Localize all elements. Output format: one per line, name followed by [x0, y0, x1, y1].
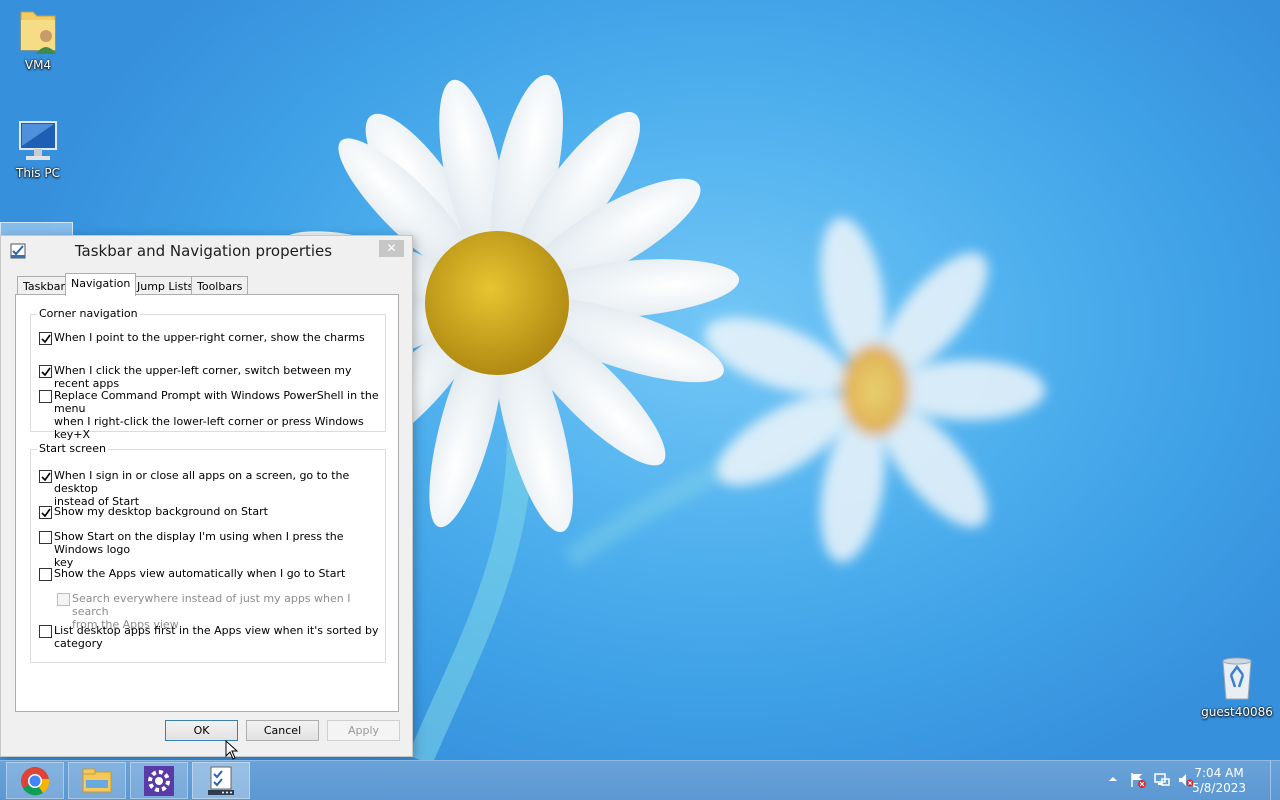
tab-navigation[interactable]: Navigation	[65, 273, 137, 296]
option-replace-cmd-powershell[interactable]: Replace Command Prompt with Windows Powe…	[39, 389, 379, 441]
group-title: Start screen	[37, 442, 108, 455]
checkbox[interactable]	[39, 531, 52, 544]
computer-icon	[19, 121, 57, 160]
checkbox[interactable]	[39, 365, 52, 378]
desktop-icon-label: This PC	[16, 166, 60, 180]
control-panel-icon	[144, 765, 174, 796]
option-show-apps-view[interactable]: Show the Apps view automatically when I …	[39, 567, 379, 581]
action-center-flag-icon[interactable]	[1130, 772, 1146, 788]
checkbox[interactable]	[39, 506, 52, 519]
dialog-title: Taskbar and Navigation properties	[74, 242, 333, 260]
taskbar-control-panel-button[interactable]	[130, 762, 188, 799]
clock-time: 7:04 AM	[1194, 766, 1244, 780]
corner-navigation-group: Corner navigation When I point to the up…	[30, 307, 386, 441]
desktop-icon-label: VM4	[24, 58, 52, 72]
option-go-to-desktop[interactable]: When I sign in or close all apps on a sc…	[39, 469, 379, 508]
option-desktop-background-on-start[interactable]: Show my desktop background on Start	[39, 505, 379, 519]
option-label: When I click the upper-left corner, swit…	[54, 364, 352, 390]
checkmark-icon	[40, 472, 51, 481]
mouse-pointer-icon	[225, 740, 239, 760]
group-title: Corner navigation	[37, 307, 140, 320]
checkbox[interactable]	[39, 390, 52, 403]
desktop: VM4 This PC guest40086 Taskbar and Navig…	[0, 0, 1280, 760]
tab-label: Toolbars	[197, 280, 243, 293]
option-label: Show the Apps view automatically when I …	[54, 567, 346, 580]
cancel-button[interactable]: Cancel	[246, 720, 319, 741]
close-button[interactable]: ✕	[379, 240, 404, 257]
taskbar-properties-button[interactable]	[192, 762, 250, 799]
file-explorer-icon	[82, 768, 112, 792]
show-desktop-button[interactable]	[1270, 761, 1280, 800]
taskbar: 7:04 AM 5/8/2023	[0, 760, 1280, 800]
start-screen-group: Start screen When I sign in or close all…	[30, 442, 386, 663]
taskbar-file-explorer-button[interactable]	[68, 762, 126, 799]
option-label: When I point to the upper-right corner, …	[54, 331, 365, 344]
desktop-icon-label: guest40086	[1201, 705, 1273, 719]
tab-jump-lists[interactable]: Jump Lists	[131, 276, 200, 295]
apply-button[interactable]: Apply	[327, 720, 400, 741]
option-show-charms[interactable]: When I point to the upper-right corner, …	[39, 331, 379, 345]
option-label: Show Start on the display I'm using when…	[54, 530, 344, 569]
user-folder-icon	[20, 11, 56, 54]
clock-date: 5/8/2023	[1192, 781, 1246, 795]
desktop-icon-vm4[interactable]: VM4	[2, 6, 74, 72]
recycle-bin-icon	[1222, 657, 1252, 700]
dialog-titlebar[interactable]: Taskbar and Navigation properties ✕	[1, 236, 412, 267]
checkmark-icon	[40, 508, 51, 517]
option-label: List desktop apps first in the Apps view…	[54, 624, 379, 650]
checkmark-icon	[40, 334, 51, 343]
navigation-tab-panel: Corner navigation When I point to the up…	[15, 294, 399, 712]
desktop-icon-selected-partial[interactable]	[0, 222, 73, 236]
option-list-desktop-apps-first[interactable]: List desktop apps first in the Apps view…	[39, 624, 379, 650]
ok-button[interactable]: OK	[165, 720, 238, 741]
checkbox[interactable]	[39, 568, 52, 581]
option-switch-recent-apps[interactable]: When I click the upper-left corner, swit…	[39, 364, 379, 390]
taskbar-navigation-properties-dialog: Taskbar and Navigation properties ✕ Task…	[0, 235, 413, 757]
option-label: Show my desktop background on Start	[54, 505, 268, 518]
taskbar-chrome-button[interactable]	[6, 762, 64, 799]
checkmark-icon	[40, 367, 51, 376]
checkbox[interactable]	[39, 625, 52, 638]
desktop-icon-recycle-bin[interactable]: guest40086	[1201, 653, 1273, 719]
checkbox[interactable]	[39, 332, 52, 345]
tab-label: Taskbar	[23, 280, 65, 293]
chrome-icon	[21, 766, 50, 795]
option-show-start-on-display[interactable]: Show Start on the display I'm using when…	[39, 530, 379, 569]
show-hidden-icons-arrow[interactable]	[1108, 772, 1118, 786]
option-label: When I sign in or close all apps on a sc…	[54, 469, 350, 508]
tab-label: Jump Lists	[137, 280, 194, 293]
desktop-icon-this-pc[interactable]: This PC	[2, 118, 74, 180]
tab-toolbars[interactable]: Toolbars	[191, 276, 249, 295]
tab-label: Navigation	[71, 277, 131, 290]
network-icon[interactable]	[1154, 772, 1170, 788]
option-label: Replace Command Prompt with Windows Powe…	[54, 389, 379, 441]
tab-taskbar[interactable]: Taskbar	[17, 276, 71, 295]
task-properties-icon	[208, 766, 234, 795]
checkbox[interactable]	[39, 470, 52, 483]
clock[interactable]: 7:04 AM 5/8/2023	[1192, 766, 1246, 796]
checkbox[interactable]	[57, 593, 70, 606]
